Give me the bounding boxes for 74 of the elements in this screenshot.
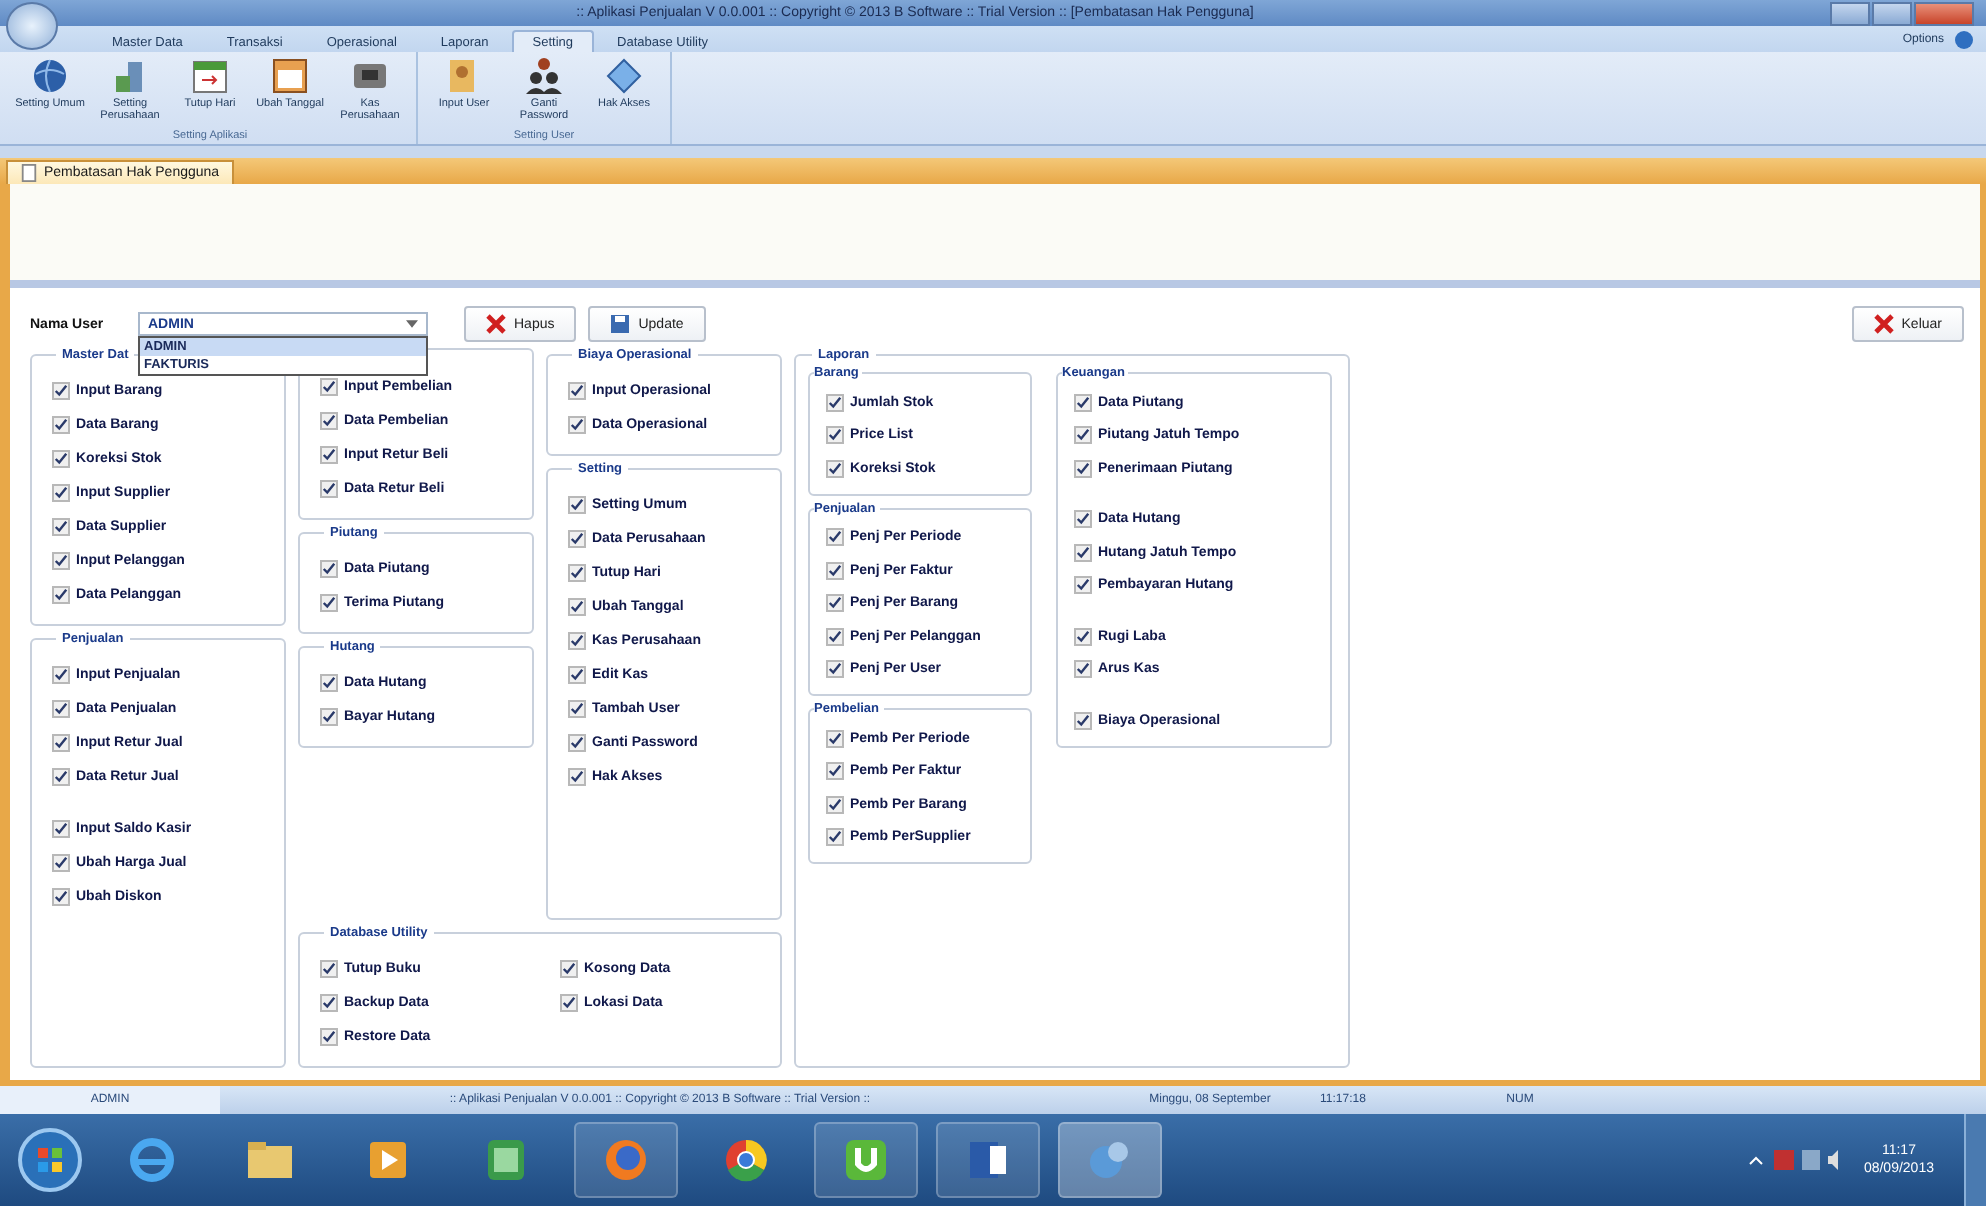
checkbox[interactable] [52,768,70,786]
checkbox[interactable] [320,594,338,612]
checkbox[interactable] [568,564,586,582]
checkbox[interactable] [52,382,70,400]
checkbox[interactable] [52,552,70,570]
checkbox[interactable] [1074,510,1092,529]
checkbox[interactable] [826,426,844,445]
checkbox[interactable] [826,561,844,580]
checkbox[interactable] [320,708,338,726]
maximize-button[interactable] [1872,1,1912,25]
checkbox[interactable] [1074,543,1092,562]
checkbox[interactable] [52,416,70,434]
checkbox[interactable] [52,820,70,838]
checkbox[interactable] [52,484,70,502]
checkbox[interactable] [568,530,586,548]
checkbox[interactable] [52,700,70,718]
word-processor-icon[interactable] [936,1122,1040,1198]
checkbox[interactable] [52,854,70,872]
minimize-button[interactable] [1830,1,1870,25]
save-icon [610,314,631,334]
checkbox[interactable] [320,446,338,464]
caret-icon [406,320,418,328]
torrent-icon[interactable] [814,1122,918,1198]
checkbox[interactable] [568,700,586,718]
checkbox[interactable] [826,795,844,814]
checkbox[interactable] [320,480,338,498]
checkbox[interactable] [320,960,338,978]
checkbox[interactable] [320,1028,338,1046]
checkbox[interactable] [826,729,844,748]
checkbox[interactable] [1074,426,1092,445]
checkbox[interactable] [1074,393,1092,412]
checkbox[interactable] [826,459,844,478]
checkbox[interactable] [1074,660,1092,679]
checkbox[interactable] [320,378,338,396]
checkbox[interactable] [1074,627,1092,646]
checkbox[interactable] [568,632,586,650]
checkbox[interactable] [568,416,586,434]
checkbox[interactable] [1074,711,1092,730]
checkbox[interactable] [826,594,844,613]
help-icon[interactable] [1954,29,1974,49]
checkbox[interactable] [826,528,844,547]
checkbox[interactable] [52,734,70,752]
checkbox[interactable] [52,888,70,906]
app-menu-button[interactable] [6,2,58,50]
checkbox[interactable] [320,560,338,578]
checkbox[interactable] [320,674,338,692]
checkbox[interactable] [568,768,586,786]
checkbox[interactable] [52,586,70,604]
checkbox[interactable] [320,994,338,1012]
checkbox[interactable] [320,412,338,430]
globe-icon [30,56,70,96]
start-button[interactable] [16,1126,84,1194]
checkbox[interactable] [568,382,586,400]
checkbox[interactable] [568,666,586,684]
calendar-icon [270,56,310,96]
checkbox[interactable] [568,734,586,752]
checkbox[interactable] [826,828,844,847]
checkbox[interactable] [560,960,578,978]
checkbox[interactable] [560,994,578,1012]
checkbox[interactable] [52,666,70,684]
checkbox[interactable] [826,660,844,679]
checkbox[interactable] [568,496,586,514]
users-icon [524,56,564,96]
checkbox[interactable] [1074,459,1092,478]
checkbox[interactable] [826,627,844,646]
x-icon [1873,314,1894,334]
x-icon [486,314,506,334]
checkbox[interactable] [52,518,70,536]
checkbox[interactable] [568,598,586,616]
calendar-icon [190,56,230,96]
checkbox[interactable] [52,450,70,468]
checkbox[interactable] [826,762,844,781]
checkbox[interactable] [826,393,844,412]
checkbox[interactable] [1074,576,1092,595]
